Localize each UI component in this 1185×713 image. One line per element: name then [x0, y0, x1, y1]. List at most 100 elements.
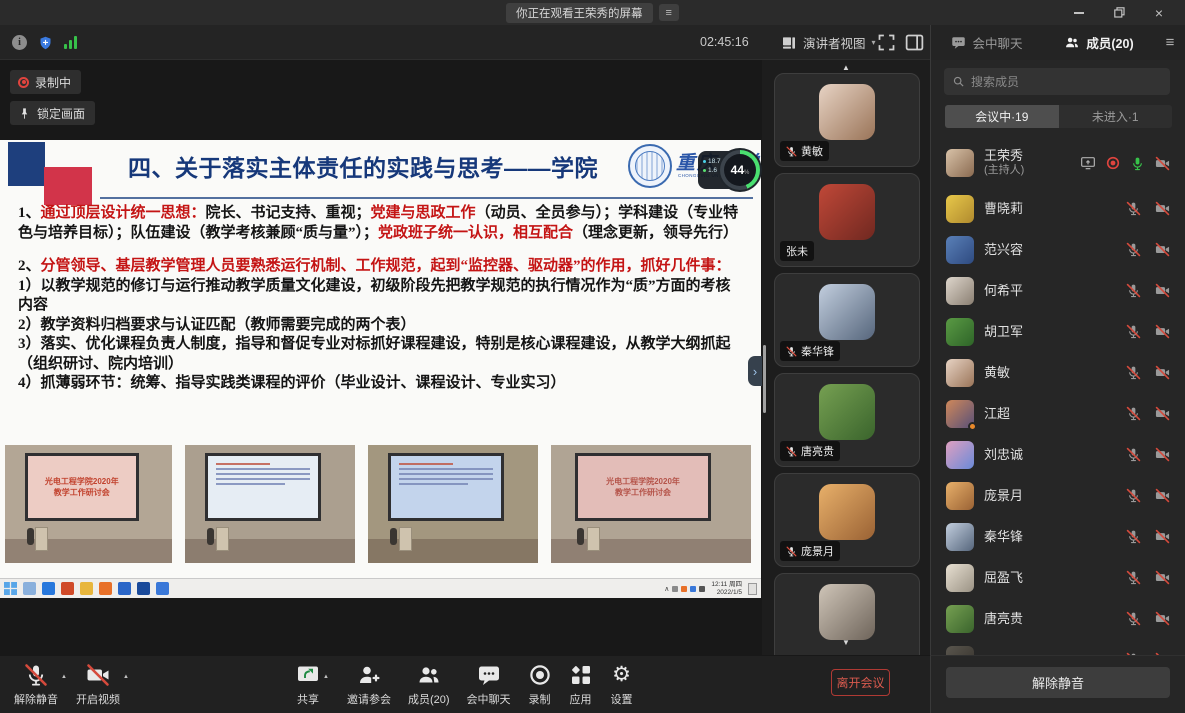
avatar	[946, 359, 974, 387]
member-row[interactable]: 范兴容	[931, 229, 1185, 270]
person-add-icon	[357, 663, 381, 687]
podium	[587, 527, 600, 551]
participant-name: 张未	[786, 243, 808, 259]
camera-muted-icon[interactable]	[1154, 242, 1171, 257]
toolbar-unmute-button[interactable]: 解除静音	[14, 663, 58, 707]
tab-not-joined[interactable]: 未进入·1	[1059, 105, 1173, 128]
toolbar-share-screen-button[interactable]: 共享	[296, 663, 320, 707]
member-row[interactable]: 黄敏	[931, 352, 1185, 393]
caret-up-icon[interactable]: ▲	[61, 674, 67, 680]
lock-view-button[interactable]: 锁定画面	[10, 101, 95, 125]
member-row[interactable]: 唐亮贵	[931, 598, 1185, 639]
member-row[interactable]: 庞景月	[931, 475, 1185, 516]
toolbar-invite-label: 邀请参会	[347, 691, 391, 707]
upload-dot-icon	[703, 160, 706, 163]
camera-muted-icon[interactable]	[1154, 611, 1171, 626]
caret-up-icon[interactable]: ▲	[323, 674, 329, 680]
member-row[interactable]: 刘忠诚	[931, 434, 1185, 475]
titlebar-menu-button[interactable]: ≡	[659, 4, 679, 21]
search-input[interactable]	[971, 75, 1162, 89]
leave-meeting-button[interactable]: 离开会议	[831, 669, 890, 696]
video-thumbnail[interactable]: 张未	[774, 173, 920, 267]
toolbar-members-button[interactable]: 成员(20)	[408, 663, 450, 707]
minimize-button[interactable]	[1059, 0, 1099, 25]
member-row[interactable]: 屈盈飞	[931, 557, 1185, 598]
toolbar-apps-button[interactable]: 应用	[569, 663, 593, 707]
record-dot-icon	[18, 77, 29, 88]
mic-muted-icon[interactable]	[1126, 447, 1141, 462]
mic-muted-icon[interactable]	[1126, 201, 1141, 216]
tab-members[interactable]: 成员(20)	[1043, 25, 1155, 60]
video-thumbnail[interactable]: 秦华锋	[774, 273, 920, 367]
meeting-info-icon[interactable]: i	[12, 35, 27, 50]
camera-muted-icon[interactable]	[1154, 529, 1171, 544]
camera-muted-icon[interactable]	[1154, 406, 1171, 421]
mic-muted-icon[interactable]	[1126, 570, 1141, 585]
camera-muted-icon[interactable]	[1154, 324, 1171, 339]
avatar	[819, 584, 875, 640]
panel-more-button[interactable]: ≡	[1155, 25, 1185, 60]
mic-muted-icon[interactable]	[1126, 529, 1141, 544]
fullscreen-button[interactable]	[876, 32, 897, 53]
toolbar-start-video-button[interactable]: 开启视频	[76, 663, 120, 707]
mic-muted-icon[interactable]	[1126, 365, 1141, 380]
member-name: 江超	[984, 406, 1116, 421]
member-name: 范兴容	[984, 242, 1116, 257]
camera-muted-icon[interactable]	[1154, 156, 1171, 171]
record-icon	[528, 663, 552, 687]
restore-button[interactable]	[1099, 0, 1139, 25]
member-row[interactable]: 何希平	[931, 270, 1185, 311]
member-row[interactable]: 江超	[931, 393, 1185, 434]
mic-muted-icon[interactable]	[1126, 283, 1141, 298]
taskbar-app-icon	[99, 582, 112, 595]
screen-watching-title: 你正在观看王荣秀的屏幕	[506, 3, 653, 23]
panel-unmute-button[interactable]: 解除静音	[946, 667, 1170, 698]
member-row[interactable]: 秦华锋	[931, 516, 1185, 557]
mic-muted-icon[interactable]	[1126, 406, 1141, 421]
thumb-scroll-up[interactable]: ▲	[762, 63, 930, 72]
video-thumbnail[interactable]: 黄敏	[774, 73, 920, 167]
side-panel-toggle-button[interactable]	[904, 32, 925, 53]
thumbnail-scrollbar[interactable]	[763, 345, 766, 413]
mic-muted-icon[interactable]	[1126, 242, 1141, 257]
mic-on-icon[interactable]	[1130, 156, 1145, 171]
member-row[interactable]: 曹晓莉	[931, 188, 1185, 229]
member-row[interactable]: 王荣秀(主持人)	[931, 138, 1185, 188]
camera-muted-icon[interactable]	[1154, 201, 1171, 216]
mic-muted-icon[interactable]	[1126, 324, 1141, 339]
mic-muted-icon[interactable]	[1126, 611, 1141, 626]
camera-muted-icon[interactable]	[1154, 365, 1171, 380]
camera-muted-icon[interactable]	[1154, 283, 1171, 298]
camera-muted-icon[interactable]	[1154, 488, 1171, 503]
taskbar-app-icon	[118, 582, 131, 595]
toolbar-settings-button[interactable]: ⚙ 设置	[610, 663, 634, 707]
tab-chat[interactable]: 会中聊天	[931, 25, 1043, 60]
camera-muted-icon[interactable]	[1154, 447, 1171, 462]
avatar	[946, 441, 974, 469]
expand-thumbnails-button[interactable]: ›	[748, 356, 762, 386]
video-thumbnail[interactable]: 唐亮贵	[774, 373, 920, 467]
avatar	[819, 84, 875, 140]
member-row[interactable]: 胡卫军	[931, 311, 1185, 352]
network-signal-icon[interactable]	[64, 36, 77, 49]
member-search-box[interactable]	[944, 68, 1170, 95]
camera-muted-icon[interactable]	[1154, 570, 1171, 585]
member-list: 王荣秀(主持人) 曹晓莉 范兴容 何希平	[931, 138, 1185, 655]
view-mode-dropdown[interactable]: 演讲者视图 ▾	[781, 25, 876, 60]
avatar	[819, 384, 875, 440]
mic-muted-icon[interactable]	[1126, 488, 1141, 503]
member-row[interactable]	[931, 639, 1185, 655]
toolbar-invite-button[interactable]: 邀请参会	[347, 663, 391, 707]
recording-status-badge[interactable]: 录制中	[10, 70, 81, 94]
toolbar-chat-button[interactable]: 会中聊天	[467, 663, 511, 707]
tab-in-meeting[interactable]: 会议中·19	[945, 105, 1059, 128]
toolbar-record-button[interactable]: 录制	[528, 663, 552, 707]
thumb-scroll-down[interactable]: ▼	[762, 638, 930, 647]
caret-up-icon[interactable]: ▲	[123, 674, 129, 680]
meeting-toolbar: 解除静音 ▲ 开启视频 ▲ 共享 ▲ 邀请参会 成员(20)	[0, 655, 930, 713]
security-shield-icon[interactable]	[38, 35, 53, 51]
windows-start-icon	[4, 582, 17, 595]
titlebar: 你正在观看王荣秀的屏幕 ≡ ×	[0, 0, 1185, 25]
close-button[interactable]: ×	[1139, 0, 1179, 25]
video-thumbnail[interactable]: 庞景月	[774, 473, 920, 567]
